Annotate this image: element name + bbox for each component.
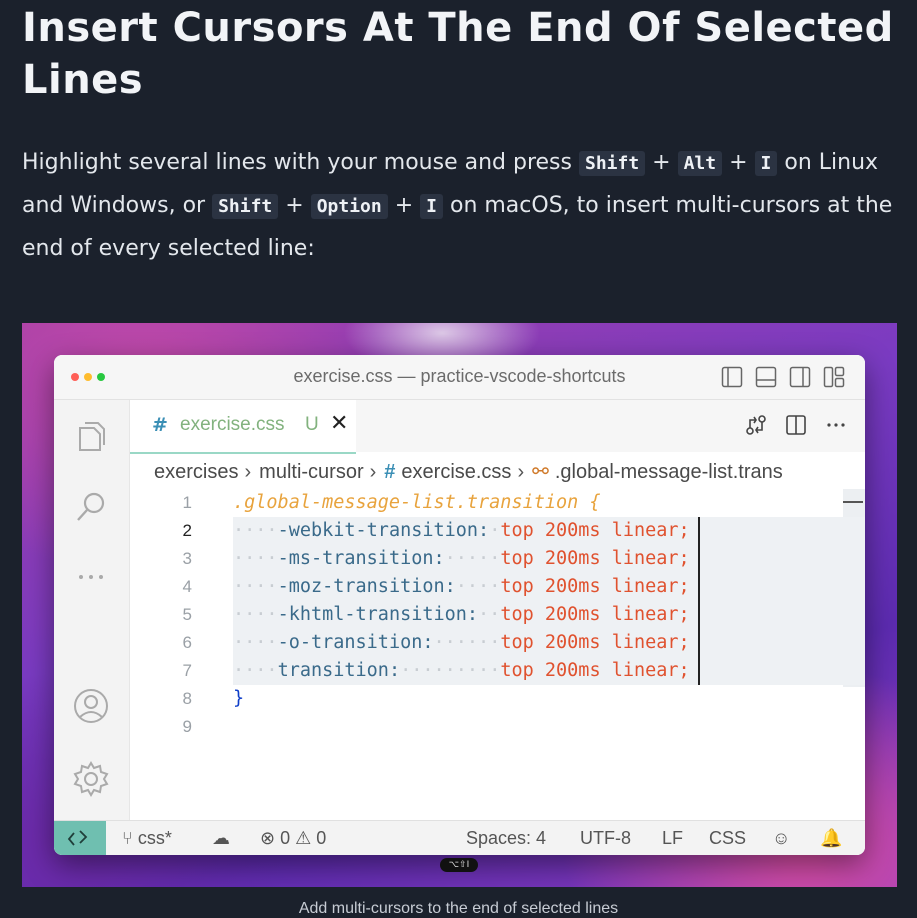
toggle-secondary-sidebar-icon[interactable] xyxy=(789,366,811,388)
editor-tabs: # exercise.css U ✕ xyxy=(130,400,865,454)
breadcrumb-symbol[interactable]: .global-message-list.trans xyxy=(555,461,783,483)
chevron-right-icon: › xyxy=(369,461,377,483)
line-number: 6 xyxy=(182,633,192,652)
page-title: Insert Cursors At The End Of Selected Li… xyxy=(22,5,894,103)
indentation-indicator[interactable]: Spaces: 4 xyxy=(466,828,546,849)
toggle-sidebar-icon[interactable] xyxy=(721,366,743,388)
line-number: 4 xyxy=(182,577,192,596)
plus: + xyxy=(387,193,421,218)
error-icon: ⊗ xyxy=(260,828,276,848)
vscode-window: exercise.css — practice-vscode-shortcuts… xyxy=(54,355,865,855)
line-text: ····-o-transition:······top 200ms linear… xyxy=(233,632,690,653)
customize-layout-icon[interactable] xyxy=(823,366,845,388)
gear-icon[interactable] xyxy=(72,760,110,798)
kbd-shift: Shift xyxy=(578,151,646,176)
text-cursor xyxy=(698,573,700,601)
code-line: 4 ····-moz-transition:····top 200ms line… xyxy=(130,573,865,601)
line-number: 2 xyxy=(182,521,192,540)
text-cursor xyxy=(698,601,700,629)
line-text: ····-moz-transition:····top 200ms linear… xyxy=(233,576,690,597)
explorer-icon[interactable] xyxy=(72,418,110,456)
kbd-i: I xyxy=(754,151,778,176)
kbd-alt: Alt xyxy=(677,151,723,176)
encoding-indicator[interactable]: UTF-8 xyxy=(580,828,631,849)
line-number: 1 xyxy=(182,493,192,512)
code-line: 9 xyxy=(130,713,865,741)
symbol-class-icon: ⚯ xyxy=(532,461,549,483)
code-line: 2 ····-webkit-transition:·top 200ms line… xyxy=(130,517,865,545)
code-line: 5 ····-khtml-transition:··top 200ms line… xyxy=(130,601,865,629)
chevron-right-icon: › xyxy=(244,461,252,483)
more-actions-icon[interactable] xyxy=(825,414,847,436)
code-line: 6 ····-o-transition:······top 200ms line… xyxy=(130,629,865,657)
line-number: 3 xyxy=(182,549,192,568)
open-changes-icon[interactable] xyxy=(745,414,767,436)
warning-icon: ⚠ xyxy=(295,828,312,848)
tab-exercise-css[interactable]: # exercise.css U ✕ xyxy=(130,400,356,454)
text-cursor xyxy=(698,629,700,657)
breadcrumb: exercises › multi-cursor › # exercise.css › ⚯ .g… xyxy=(154,459,865,485)
language-indicator[interactable]: CSS xyxy=(709,828,746,849)
line-number: 5 xyxy=(182,605,192,624)
account-icon[interactable] xyxy=(72,687,110,725)
notifications-icon[interactable]: 🔔 xyxy=(820,828,842,849)
remote-indicator[interactable] xyxy=(54,821,106,855)
kbd-option: Option xyxy=(310,194,388,219)
line-text: ····-khtml-transition:··top 200ms linear… xyxy=(233,604,690,625)
keycast-overlay: ⌥⇧I xyxy=(440,858,478,872)
code-line: 1 .global-message-list.transition { xyxy=(130,489,865,517)
line-text: ····-webkit-transition:·top 200ms linear… xyxy=(233,520,690,541)
editor-actions xyxy=(745,414,847,436)
chevron-right-icon: › xyxy=(517,461,525,483)
text-cursor xyxy=(698,545,700,573)
code-line: 3 ····-ms-transition:·····top 200ms line… xyxy=(130,545,865,573)
git-branch-icon: ⑂ xyxy=(122,828,133,848)
text-cursor xyxy=(698,517,700,545)
close-tab-icon[interactable]: ✕ xyxy=(330,411,348,436)
article: Insert Cursors At The End Of Selected Li… xyxy=(22,0,897,270)
line-number: 7 xyxy=(182,661,192,680)
kbd-i-mac: I xyxy=(420,194,443,219)
problems-indicator[interactable]: ⊗ 0 ⚠ 0 xyxy=(260,828,326,849)
plus: + xyxy=(278,193,311,218)
line-text: } xyxy=(233,688,245,709)
layout-controls xyxy=(721,366,845,388)
figure-caption: Add multi-cursors to the end of selected… xyxy=(298,900,619,917)
more-views-icon[interactable] xyxy=(72,558,110,596)
remote-icon xyxy=(67,830,88,846)
intro-text: Highlight several lines with your mouse … xyxy=(22,150,579,175)
screenshot-figure: exercise.css — practice-vscode-shortcuts… xyxy=(22,323,897,887)
code-line: 8 } xyxy=(130,685,865,713)
line-text: .global-message-list.transition { xyxy=(233,492,601,513)
toggle-panel-icon[interactable] xyxy=(755,366,777,388)
feedback-icon[interactable]: ☺ xyxy=(772,828,790,849)
breadcrumb-folder[interactable]: exercises xyxy=(154,461,238,483)
branch-indicator[interactable]: ⑂ css* xyxy=(122,828,172,849)
text-cursor xyxy=(698,657,700,685)
kbd-shift-mac: Shift xyxy=(212,194,279,219)
plus: + xyxy=(645,150,678,175)
sync-icon[interactable]: ☁ xyxy=(212,828,230,849)
activity-bar xyxy=(54,400,130,820)
line-text: ····transition:·········top 200ms linear… xyxy=(233,660,690,681)
untracked-badge: U xyxy=(305,414,319,435)
line-number: 9 xyxy=(182,717,192,736)
code-editor[interactable]: 1 .global-message-list.transition { 2 ··… xyxy=(130,489,865,819)
line-text: ····-ms-transition:·····top 200ms linear… xyxy=(233,548,690,569)
line-number: 8 xyxy=(182,689,192,708)
css-file-icon: # xyxy=(384,461,396,483)
css-file-icon: # xyxy=(152,414,168,436)
intro-paragraph: Highlight several lines with your mouse … xyxy=(22,142,897,270)
status-bar: ⑂ css* ☁ ⊗ 0 ⚠ 0 Spaces: 4 UTF-8 LF CSS … xyxy=(54,820,865,855)
search-icon[interactable] xyxy=(72,488,110,526)
split-editor-icon[interactable] xyxy=(785,414,807,436)
breadcrumb-subfolder[interactable]: multi-cursor xyxy=(259,461,363,483)
tab-label: exercise.css xyxy=(180,414,285,435)
title-bar: exercise.css — practice-vscode-shortcuts xyxy=(54,355,865,400)
plus: + xyxy=(722,150,755,175)
eol-indicator[interactable]: LF xyxy=(662,828,683,849)
code-line: 7 ····transition:·········top 200ms line… xyxy=(130,657,865,685)
breadcrumb-file[interactable]: exercise.css xyxy=(401,461,511,483)
